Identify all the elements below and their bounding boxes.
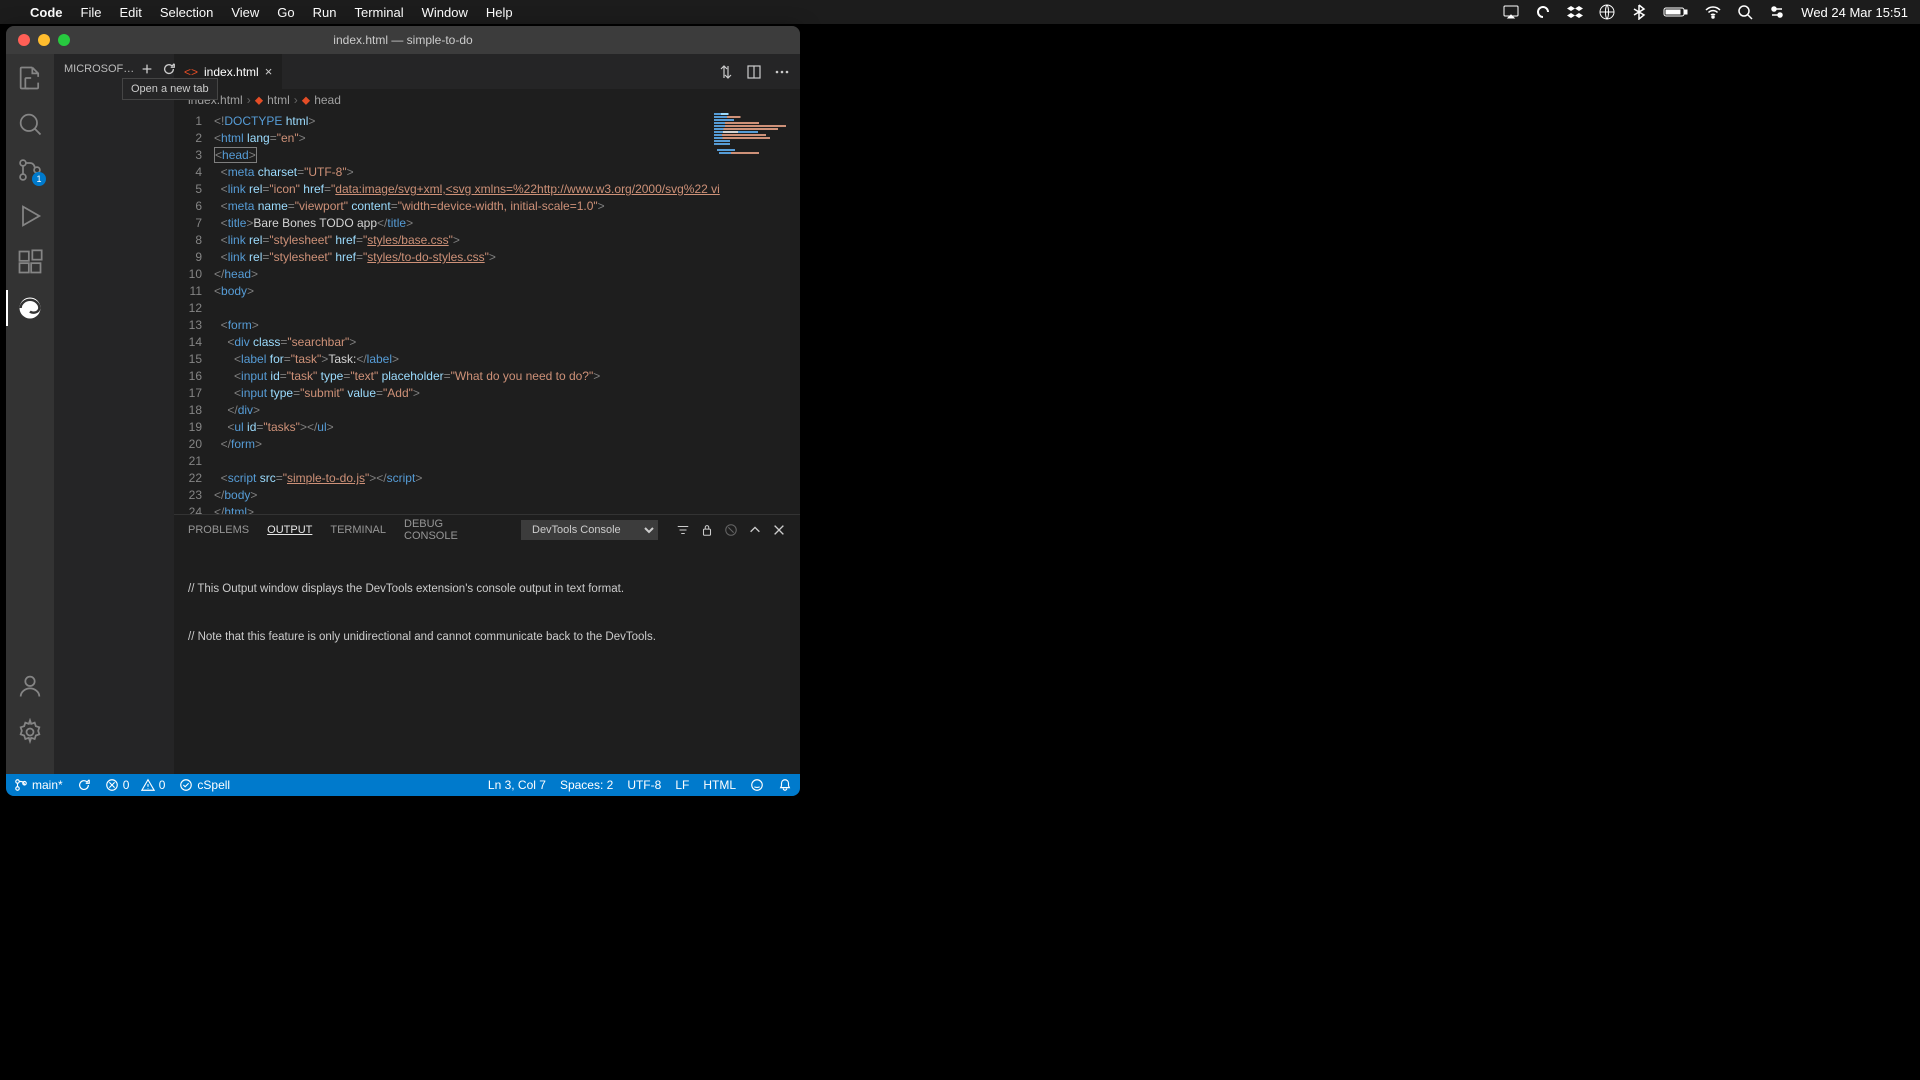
window-title: index.html — simple-to-do	[333, 33, 472, 47]
output-line: // Note that this feature is only unidir…	[188, 629, 786, 645]
bottom-panel: PROBLEMS OUTPUT TERMINAL DEBUG CONSOLE D…	[174, 514, 800, 774]
indentation[interactable]: Spaces: 2	[560, 778, 613, 792]
run-debug-icon[interactable]	[16, 202, 44, 230]
settings-gear-icon[interactable]	[16, 718, 44, 746]
side-panel: MICROSOF… Open a new tab	[54, 54, 174, 774]
screen-mirror-icon[interactable]	[1503, 4, 1519, 20]
close-tab-icon[interactable]: ×	[265, 64, 273, 79]
menu-edit[interactable]: Edit	[119, 5, 141, 20]
filter-icon[interactable]	[676, 523, 690, 537]
activity-bar: 1	[6, 54, 54, 774]
search-icon[interactable]	[16, 110, 44, 138]
side-panel-title: MICROSOF…	[64, 63, 134, 75]
menu-window[interactable]: Window	[422, 5, 468, 20]
clear-output-icon[interactable]	[724, 523, 738, 537]
accounts-icon[interactable]	[16, 672, 44, 700]
close-panel-icon[interactable]	[772, 523, 786, 537]
datetime[interactable]: Wed 24 Mar 15:51	[1801, 5, 1908, 20]
explorer-icon[interactable]	[16, 64, 44, 92]
macos-menubar: Code File Edit Selection View Go Run Ter…	[0, 0, 1920, 24]
split-editor-icon[interactable]	[746, 64, 762, 80]
cursor-position[interactable]: Ln 3, Col 7	[488, 778, 546, 792]
edge-devtools-icon[interactable]	[16, 294, 44, 322]
language-mode[interactable]: HTML	[703, 778, 736, 792]
globe-icon[interactable]	[1599, 4, 1615, 20]
problems-item[interactable]: 0 0	[105, 778, 166, 792]
feedback-icon[interactable]	[750, 778, 764, 792]
battery-icon[interactable]	[1663, 4, 1689, 20]
line-gutter: 123456789101112131415161718192021222324	[174, 111, 214, 514]
close-window-button[interactable]	[18, 34, 30, 46]
menu-run[interactable]: Run	[313, 5, 337, 20]
minimap[interactable]	[714, 113, 794, 163]
panel-tab-output[interactable]: OUTPUT	[267, 524, 312, 536]
menu-selection[interactable]: Selection	[160, 5, 213, 20]
code-editor[interactable]: 123456789101112131415161718192021222324 …	[174, 111, 800, 514]
refresh-icon[interactable]	[162, 62, 176, 76]
sync-item[interactable]	[77, 778, 91, 792]
menu-go[interactable]: Go	[277, 5, 294, 20]
html-file-icon: <>	[184, 65, 198, 79]
bluetooth-icon[interactable]	[1631, 4, 1647, 20]
breadcrumb[interactable]: index.html › ⬥ html › ⬥ head	[174, 89, 800, 111]
eol[interactable]: LF	[675, 778, 689, 792]
breadcrumb-head[interactable]: head	[314, 93, 341, 107]
wifi-icon[interactable]	[1705, 4, 1721, 20]
menu-view[interactable]: View	[231, 5, 259, 20]
app-name[interactable]: Code	[30, 5, 63, 20]
panel-tab-terminal[interactable]: TERMINAL	[330, 524, 386, 536]
menu-file[interactable]: File	[81, 5, 102, 20]
encoding[interactable]: UTF-8	[627, 778, 661, 792]
new-tab-icon[interactable]	[140, 62, 154, 76]
panel-tab-problems[interactable]: PROBLEMS	[188, 524, 249, 536]
spotlight-icon[interactable]	[1737, 4, 1753, 20]
source-control-icon[interactable]: 1	[16, 156, 44, 184]
more-actions-icon[interactable]	[774, 64, 790, 80]
menu-terminal[interactable]: Terminal	[355, 5, 404, 20]
control-center-icon[interactable]	[1769, 4, 1785, 20]
maximize-window-button[interactable]	[58, 34, 70, 46]
branch-item[interactable]: main*	[14, 778, 63, 792]
vscode-window: index.html — simple-to-do 1 MICROSOF…	[6, 26, 800, 796]
output-channel-select[interactable]: DevTools Console	[521, 520, 658, 540]
expand-panel-icon[interactable]	[748, 523, 762, 537]
compare-changes-icon[interactable]	[718, 64, 734, 80]
notifications-icon[interactable]	[778, 778, 792, 792]
tab-filename: index.html	[204, 65, 259, 79]
cspell-item[interactable]: cSpell	[179, 778, 230, 792]
editor-tab-bar: <> index.html ×	[174, 54, 800, 89]
minimize-window-button[interactable]	[38, 34, 50, 46]
output-content[interactable]: // This Output window displays the DevTo…	[174, 545, 800, 774]
source-control-badge: 1	[32, 172, 46, 186]
dropbox-icon[interactable]	[1567, 4, 1583, 20]
tooltip: Open a new tab	[122, 78, 218, 100]
status-bar: main* 0 0 cSpell Ln 3, Col 7 Spaces: 2 U…	[6, 774, 800, 796]
editor-group: <> index.html × index.html › ⬥ html › ⬥ …	[174, 54, 800, 774]
window-titlebar: index.html — simple-to-do	[6, 26, 800, 54]
menu-help[interactable]: Help	[486, 5, 513, 20]
code-area[interactable]: <!DOCTYPE html><html lang="en"><head> <m…	[214, 111, 800, 514]
sync-icon[interactable]	[1535, 4, 1551, 20]
lock-scroll-icon[interactable]	[700, 523, 714, 537]
breadcrumb-html[interactable]: html	[267, 93, 290, 107]
output-line: // This Output window displays the DevTo…	[188, 581, 786, 597]
panel-tab-debug-console[interactable]: DEBUG CONSOLE	[404, 518, 485, 542]
extensions-icon[interactable]	[16, 248, 44, 276]
